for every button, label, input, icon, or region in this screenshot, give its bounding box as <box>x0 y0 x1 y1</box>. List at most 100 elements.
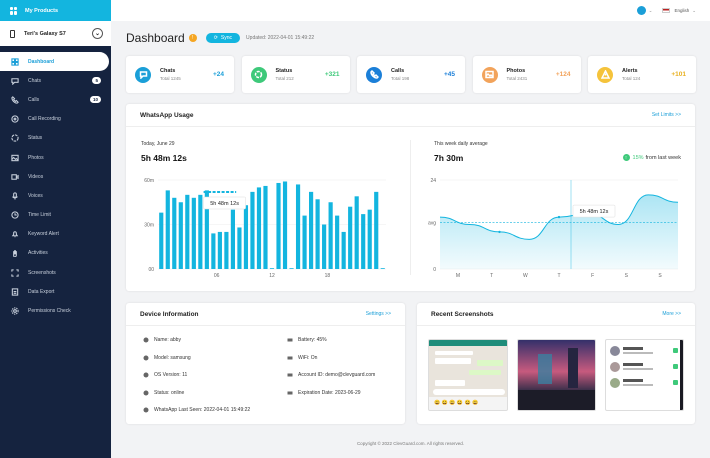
sidebar-item-time-limit[interactable]: Time Limit <box>0 206 111 225</box>
area-fill <box>440 194 678 269</box>
bar <box>250 191 255 269</box>
arrow-up-icon: ↑ <box>622 154 630 161</box>
x-tick-label: T <box>557 273 560 279</box>
more-link[interactable]: More >> <box>662 311 681 317</box>
stat-card-calls[interactable]: Calls Total 198 +45 <box>357 56 465 93</box>
chevron-down-icon[interactable]: ⌄ <box>692 8 696 14</box>
bar <box>361 214 366 269</box>
avatar[interactable] <box>636 6 646 15</box>
stat-card-chats[interactable]: Chats Total 1245 +24 <box>126 56 234 93</box>
device-info-row: Status: online <box>143 390 184 396</box>
bar <box>191 197 196 269</box>
chevron-down-icon[interactable]: ⌄ <box>649 8 653 14</box>
x-tick-label: 06 <box>214 273 220 279</box>
grid-icon <box>10 6 18 15</box>
sidebar-item-videos[interactable]: Videos <box>0 167 111 186</box>
screenshot-thumbnail[interactable] <box>605 339 684 411</box>
stat-name: Calls <box>391 68 405 74</box>
sidebar-item-label: Screenshots <box>28 269 56 276</box>
sidebar-item-chats[interactable]: Chats 5 <box>0 71 111 90</box>
today-value: 5h 48m 12s <box>141 153 187 163</box>
count-badge: 5 <box>92 77 101 85</box>
sidebar-item-label: Keyword Alert <box>28 231 59 238</box>
device-info-row: Battery: 45% <box>287 337 327 343</box>
wifi-icon <box>287 355 293 361</box>
hand-icon <box>11 249 19 258</box>
stat-card-alerts[interactable]: Alerts Total 124 +101 <box>588 56 696 93</box>
page-title: Dashboard <box>126 31 185 45</box>
stat-card-photos[interactable]: Photos Total 2431 +124 <box>472 56 581 93</box>
chevron-down-icon[interactable]: ⌄ <box>92 28 103 39</box>
device-info-value: Account ID: demo@clevguard.com <box>298 372 376 378</box>
bar <box>198 194 203 269</box>
device-info-value: WhatsApp Last Seen: 2022-04-01 15:49:22 <box>154 407 251 413</box>
video-icon <box>11 173 19 181</box>
stat-total: Total 1245 <box>160 76 181 81</box>
bar <box>211 233 216 269</box>
sidebar-item-label: Chats <box>28 77 42 84</box>
page-header: Dashboard ! ⟳ Sync Updated: 2022-04-01 15… <box>126 31 314 45</box>
sidebar-nav: Dashboard Chats 5 Calls 10 Call Recording Stat… <box>0 52 111 321</box>
stat-delta: +321 <box>324 71 340 78</box>
sidebar-item-keyword-alert[interactable]: Keyword Alert <box>0 225 111 244</box>
sidebar-item-label: Photos <box>28 154 44 161</box>
language-selector[interactable]: English <box>674 8 689 13</box>
device-info-row: Model: samsung <box>143 355 191 361</box>
alert-icon <box>597 66 613 83</box>
bar <box>367 209 372 269</box>
bar <box>224 231 229 269</box>
sidebar-item-activities[interactable]: Activities <box>0 244 111 263</box>
bar <box>322 224 327 269</box>
settings-link[interactable]: Settings >> <box>366 311 391 317</box>
panel-title: Device Information <box>140 310 199 318</box>
sidebar-item-calls[interactable]: Calls 10 <box>0 90 111 109</box>
sidebar-item-dashboard[interactable]: Dashboard <box>0 52 109 72</box>
data-point <box>498 230 501 234</box>
sidebar-item-voices[interactable]: Voices <box>0 186 111 205</box>
updated-timestamp: Updated: 2022-04-01 15:49:22 <box>246 35 315 41</box>
week-change: ↑ 15% from last week <box>622 154 681 161</box>
stat-card-status[interactable]: Status Total 212 +321 <box>241 56 350 93</box>
info-badge[interactable]: ! <box>188 34 197 42</box>
sync-button[interactable]: ⟳ Sync <box>205 33 241 43</box>
weekly-usage-area-chart: 24 0 avg 5h 48m 12s M T W T F S S <box>428 178 679 279</box>
bell-icon <box>11 230 19 238</box>
bar <box>276 182 281 269</box>
sidebar-item-call-recording[interactable]: Call Recording <box>0 110 111 129</box>
device-info-value: Status: online <box>154 389 185 396</box>
bar <box>289 268 294 269</box>
my-products-label: My Products <box>25 7 59 14</box>
refresh-icon: ⟳ <box>213 35 218 41</box>
panel-title: WhatsApp Usage <box>140 111 194 119</box>
stat-delta: +124 <box>555 71 571 78</box>
set-limits-link[interactable]: Set Limits >> <box>652 112 681 118</box>
device-selector[interactable]: Teri's Galaxy S7 ⌄ <box>0 21 111 46</box>
phone-icon <box>366 66 382 83</box>
bar <box>263 185 268 269</box>
device-info-row: Expiration Date: 2023-06-29 <box>287 390 361 396</box>
sidebar-item-status[interactable]: Status <box>0 129 111 148</box>
sidebar-item-label: Voices <box>28 192 43 199</box>
bar <box>328 202 333 269</box>
sidebar-item-screenshots[interactable]: Screenshots <box>0 263 111 282</box>
my-products-header[interactable]: My Products <box>0 0 111 21</box>
stat-total: Total 198 <box>391 76 410 81</box>
account-icon <box>287 372 293 378</box>
status-icon <box>11 134 19 142</box>
count-badge: 10 <box>89 96 101 104</box>
device-info-value: Expiration Date: 2023-06-29 <box>298 389 361 396</box>
week-value: 7h 30m <box>434 153 464 163</box>
export-icon <box>11 288 19 296</box>
y-tick-label: 24 <box>430 178 436 184</box>
screenshot-thumbnail[interactable] <box>517 339 596 411</box>
screenshot-icon <box>11 269 19 277</box>
bar <box>374 191 379 269</box>
sidebar-item-label: Time Limit <box>28 212 51 219</box>
sidebar-item-permissions-check[interactable]: Permissions Check <box>0 301 111 320</box>
sidebar-item-data-export[interactable]: Data Export <box>0 282 111 301</box>
device-info-row: Name: abby <box>143 337 181 343</box>
screenshot-thumbnail[interactable]: 😀 😀 😀 😀 😀 😀 <box>428 339 508 411</box>
stat-name: Alerts <box>622 68 638 74</box>
bar <box>348 206 353 269</box>
sidebar-item-photos[interactable]: Photos <box>0 148 111 167</box>
